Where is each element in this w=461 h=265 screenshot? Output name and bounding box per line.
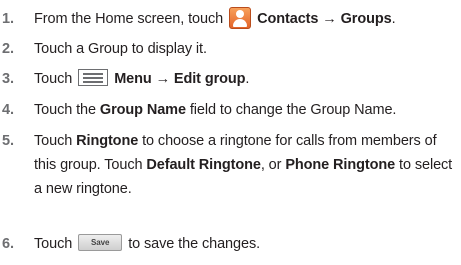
contacts-icon xyxy=(229,6,252,29)
step-text: Touch Save to save the changes. xyxy=(34,234,261,252)
save-button[interactable]: Save xyxy=(78,234,123,252)
step-number: 5. xyxy=(2,133,14,149)
instruction-steps: 1. From the Home screen, touch Contacts →… xyxy=(0,0,461,265)
step-number: 3. xyxy=(2,71,14,87)
menu-icon xyxy=(78,69,109,87)
step-text: Touch Menu → Edit group. xyxy=(34,69,250,87)
step-number: 2. xyxy=(2,41,14,57)
step-number: 4. xyxy=(2,102,14,118)
step-text: From the Home screen, touch Contacts → Gr… xyxy=(34,6,459,29)
step-number: 6. xyxy=(2,236,14,252)
step-text: Touch the Group Name field to change the… xyxy=(34,102,397,118)
step-number: 1. xyxy=(2,11,14,27)
step-text: Touch a Group to display it. xyxy=(34,41,207,57)
step-text: Touch Ringtone to choose a ringtone for … xyxy=(34,133,453,197)
